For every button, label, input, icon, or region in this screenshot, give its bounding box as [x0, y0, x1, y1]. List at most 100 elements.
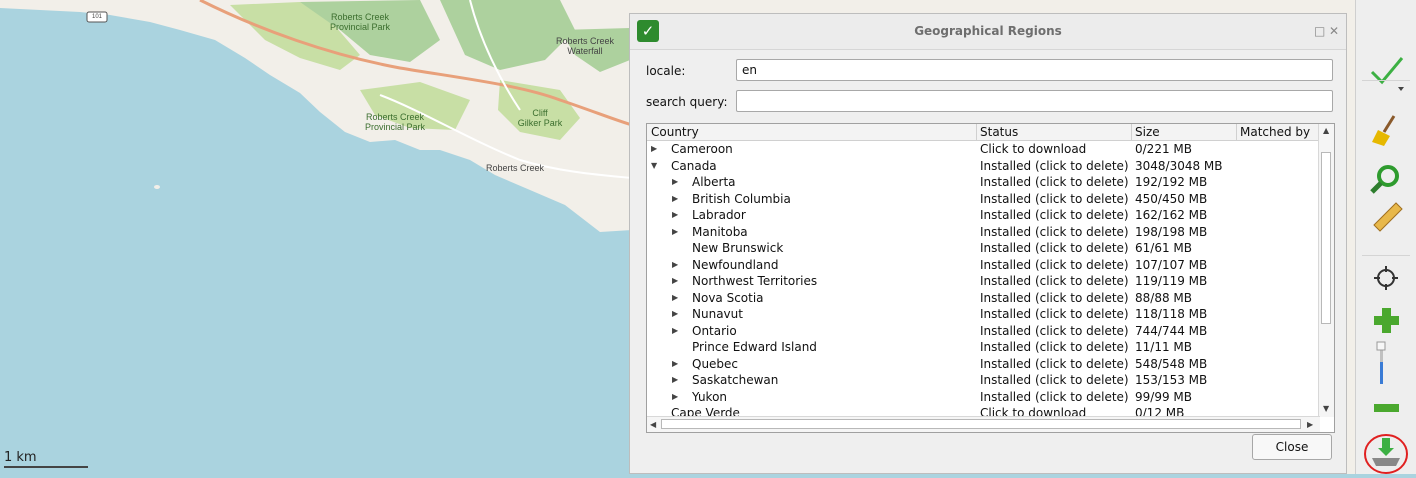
scroll-down-icon[interactable]: ▼ [1323, 404, 1329, 413]
close-icon[interactable]: ✕ [1329, 24, 1339, 38]
table-row[interactable]: Prince Edward Island Installed (click to … [647, 339, 1320, 356]
region-status[interactable]: Installed (click to delete) [980, 257, 1129, 273]
table-row[interactable]: New Brunswick Installed (click to delete)… [647, 240, 1320, 257]
zoom-slider[interactable] [1366, 340, 1406, 388]
region-status[interactable]: Click to download [980, 405, 1086, 416]
column-header-status[interactable]: Status [980, 125, 1018, 139]
locale-label: locale: [646, 64, 686, 78]
vertical-scroll-thumb[interactable] [1321, 152, 1331, 324]
crosshair-icon[interactable] [1366, 258, 1406, 298]
close-button[interactable]: Close [1252, 434, 1332, 460]
roberts-creek-label: Roberts Creek [485, 163, 545, 173]
column-header-matched-by[interactable]: Matched by [1240, 125, 1310, 139]
download-icon[interactable] [1362, 432, 1410, 474]
region-name: New Brunswick [692, 241, 784, 255]
ruler-icon[interactable] [1366, 195, 1406, 235]
broom-icon[interactable] [1366, 112, 1406, 152]
table-row[interactable]: ▶ Manitoba Installed (click to delete) 198/… [647, 224, 1320, 241]
region-status[interactable]: Installed (click to delete) [980, 240, 1129, 256]
collapsed-arrow-icon[interactable]: ▶ [672, 174, 678, 190]
column-header-country[interactable]: Country [651, 125, 699, 139]
region-size: 11/11 MB [1135, 340, 1192, 354]
collapsed-arrow-icon[interactable]: ▶ [672, 257, 678, 273]
region-status[interactable]: Installed (click to delete) [980, 356, 1129, 372]
region-name: British Columbia [692, 191, 791, 206]
region-size: 192/192 MB [1135, 175, 1208, 189]
collapsed-arrow-icon[interactable]: ▶ [672, 273, 678, 289]
table-row[interactable]: ▶ Labrador Installed (click to delete) 162/… [647, 207, 1320, 224]
table-row[interactable]: ▶ Quebec Installed (click to delete) 548/54… [647, 356, 1320, 373]
scroll-up-icon[interactable]: ▲ [1323, 126, 1329, 135]
region-status[interactable]: Installed (click to delete) [980, 174, 1129, 190]
region-name: Ontario [692, 323, 737, 338]
region-status[interactable]: Installed (click to delete) [980, 372, 1129, 388]
region-status[interactable]: Installed (click to delete) [980, 207, 1129, 223]
table-row[interactable]: ▼ Canada Installed (click to delete) 3048/3… [647, 158, 1320, 175]
region-status[interactable]: Click to download [980, 141, 1086, 157]
region-size: 744/744 MB [1135, 323, 1208, 338]
scroll-right-icon[interactable]: ▶ [1307, 420, 1313, 429]
table-row[interactable]: ▶ Nunavut Installed (click to delete) 118/1… [647, 306, 1320, 323]
regions-table[interactable]: Country Status Size Matched by ▶ Cameroon… [646, 123, 1335, 433]
zoom-out-icon[interactable] [1366, 388, 1406, 428]
region-name: Labrador [692, 208, 746, 222]
expanded-arrow-icon[interactable]: ▼ [651, 158, 657, 174]
collapsed-arrow-icon[interactable]: ▶ [651, 141, 657, 157]
table-row[interactable]: ▶ Saskatchewan Installed (click to delete)… [647, 372, 1320, 389]
region-size: 153/153 MB [1135, 373, 1208, 387]
region-size: 198/198 MB [1135, 224, 1208, 239]
waterfall-label: Roberts Creek Waterfall [555, 36, 615, 56]
geographical-regions-dialog: ✓ Geographical Regions □ ✕ locale: en se… [629, 13, 1347, 474]
region-size: 61/61 MB [1135, 241, 1192, 255]
table-row[interactable]: ▶ Nova Scotia Installed (click to delete) 8… [647, 290, 1320, 307]
collapsed-arrow-icon[interactable]: ▶ [672, 323, 678, 339]
region-status[interactable]: Installed (click to delete) [980, 273, 1129, 289]
collapsed-arrow-icon[interactable]: ▶ [672, 207, 678, 223]
collapsed-arrow-icon[interactable]: ▶ [672, 389, 678, 405]
collapsed-arrow-icon[interactable]: ▶ [672, 290, 678, 306]
table-row[interactable]: Cape Verde Click to download 0/12 MB [647, 405, 1320, 416]
region-size: 99/99 MB [1135, 389, 1192, 404]
vertical-scrollbar[interactable]: ▲ ▼ [1318, 124, 1334, 417]
column-header-size[interactable]: Size [1135, 125, 1160, 139]
region-status[interactable]: Installed (click to delete) [980, 389, 1129, 405]
collapsed-arrow-icon[interactable]: ▶ [672, 224, 678, 240]
region-status[interactable]: Installed (click to delete) [980, 323, 1129, 339]
scale-label: 1 km [4, 450, 37, 465]
dialog-titlebar[interactable]: ✓ Geographical Regions □ ✕ [630, 14, 1346, 50]
region-status[interactable]: Installed (click to delete) [980, 306, 1129, 322]
dropdown-arrow-icon[interactable] [1366, 82, 1406, 96]
table-row[interactable]: ▶ Alberta Installed (click to delete) 192/1… [647, 174, 1320, 191]
table-row[interactable]: ▶ Ontario Installed (click to delete) 744/7… [647, 323, 1320, 340]
region-name: Quebec [692, 356, 739, 371]
region-status[interactable]: Installed (click to delete) [980, 339, 1129, 355]
region-name: Yukon [692, 389, 728, 404]
locale-input[interactable]: en [736, 59, 1333, 81]
region-name: Alberta [692, 175, 736, 189]
table-row[interactable]: ▶ Cameroon Click to download 0/221 MB [647, 141, 1320, 158]
table-row[interactable]: ▶ British Columbia Installed (click to del… [647, 191, 1320, 208]
region-size: 118/118 MB [1135, 307, 1208, 321]
table-row[interactable]: ▶ Newfoundland Installed (click to delete)… [647, 257, 1320, 274]
region-status[interactable]: Installed (click to delete) [980, 290, 1129, 306]
region-size: 0/221 MB [1135, 142, 1192, 156]
zoom-in-icon[interactable] [1366, 300, 1406, 340]
horizontal-scroll-thumb[interactable] [661, 419, 1301, 429]
scroll-left-icon[interactable]: ◀ [650, 420, 656, 429]
region-name: Canada [671, 158, 717, 173]
region-status[interactable]: Installed (click to delete) [980, 158, 1129, 174]
collapsed-arrow-icon[interactable]: ▶ [672, 191, 678, 207]
region-status[interactable]: Installed (click to delete) [980, 224, 1129, 240]
table-row[interactable]: ▶ Yukon Installed (click to delete) 99/99 M… [647, 389, 1320, 406]
collapsed-arrow-icon[interactable]: ▶ [672, 306, 678, 322]
collapsed-arrow-icon[interactable]: ▶ [672, 372, 678, 388]
table-row[interactable]: ▶ Northwest Territories Installed (click t… [647, 273, 1320, 290]
horizontal-scrollbar[interactable]: ◀ ▶ [647, 416, 1320, 432]
region-name: Nova Scotia [692, 290, 764, 305]
magnifier-icon[interactable] [1366, 160, 1406, 200]
region-status[interactable]: Installed (click to delete) [980, 191, 1129, 207]
maximize-icon[interactable]: □ [1314, 24, 1325, 38]
search-query-input[interactable] [736, 90, 1333, 112]
collapsed-arrow-icon[interactable]: ▶ [672, 356, 678, 372]
region-size: 162/162 MB [1135, 208, 1208, 222]
